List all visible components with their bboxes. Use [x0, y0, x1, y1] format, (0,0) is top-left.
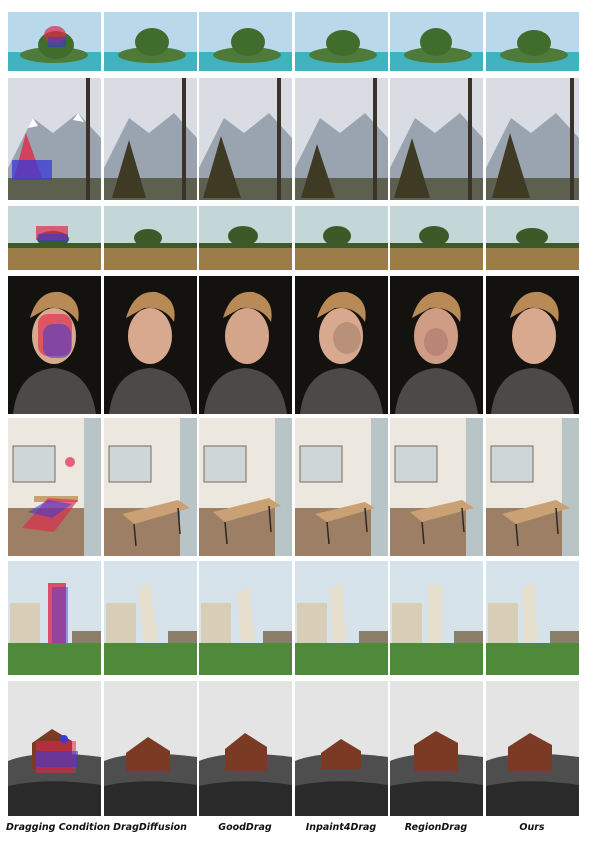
cell-portrait-gooddrag — [199, 276, 292, 414]
cell-mountain-dragdiffusion — [104, 78, 197, 200]
cell-cabin-dragdiffusion — [104, 681, 197, 816]
cell-tower-inpaint4drag — [295, 561, 388, 675]
cell-dining-regiondrag — [390, 418, 483, 556]
cell-cabin-inpaint4drag — [295, 681, 388, 816]
cell-mountain-inpaint4drag — [295, 78, 388, 200]
cell-portrait-ours — [486, 276, 579, 414]
cell-tower-regiondrag — [390, 561, 483, 675]
cell-rock-island-dragging-condition — [8, 12, 101, 71]
cell-mountain-dragging-condition — [8, 78, 101, 200]
cell-rock-island-dragdiffusion — [104, 12, 197, 71]
cell-mountain-gooddrag — [199, 78, 292, 200]
cell-tower-ours — [486, 561, 579, 675]
cell-rock-island-ours — [486, 12, 579, 71]
comparison-grid: Dragging Condition DragDiffusion GoodDra… — [0, 0, 598, 844]
column-label-inpaint4drag: Inpaint4Drag — [305, 822, 377, 833]
cell-cabin-gooddrag — [199, 681, 292, 816]
cell-field-inpaint4drag — [295, 206, 388, 270]
cell-tower-dragging-condition — [8, 561, 101, 675]
column-label-regiondrag: RegionDrag — [404, 822, 468, 833]
cell-dining-dragging-condition — [8, 418, 101, 556]
cell-dining-dragdiffusion — [104, 418, 197, 556]
cell-portrait-regiondrag — [390, 276, 483, 414]
cell-field-ours — [486, 206, 579, 270]
cell-mountain-ours — [486, 78, 579, 200]
cell-rock-island-inpaint4drag — [295, 12, 388, 71]
cell-dining-ours — [486, 418, 579, 556]
cell-field-dragging-condition — [8, 206, 101, 270]
cell-tower-dragdiffusion — [104, 561, 197, 675]
cell-dining-inpaint4drag — [295, 418, 388, 556]
cell-field-dragdiffusion — [104, 206, 197, 270]
cell-field-gooddrag — [199, 206, 292, 270]
column-label-dragdiffusion: DragDiffusion — [113, 822, 187, 833]
cell-portrait-dragdiffusion — [104, 276, 197, 414]
column-label-ours: Ours — [519, 822, 545, 833]
cell-rock-island-gooddrag — [199, 12, 292, 71]
cell-tower-gooddrag — [199, 561, 292, 675]
cell-dining-gooddrag — [199, 418, 292, 556]
cell-rock-island-regiondrag — [390, 12, 483, 71]
cell-portrait-inpaint4drag — [295, 276, 388, 414]
cell-cabin-regiondrag — [390, 681, 483, 816]
column-label-dragging-condition: Dragging Condition — [6, 822, 111, 833]
cell-field-regiondrag — [390, 206, 483, 270]
cell-portrait-dragging-condition — [8, 276, 101, 414]
cell-cabin-dragging-condition — [8, 681, 101, 816]
cell-mountain-regiondrag — [390, 78, 483, 200]
cell-cabin-ours — [486, 681, 579, 816]
column-label-gooddrag: GoodDrag — [218, 822, 272, 833]
